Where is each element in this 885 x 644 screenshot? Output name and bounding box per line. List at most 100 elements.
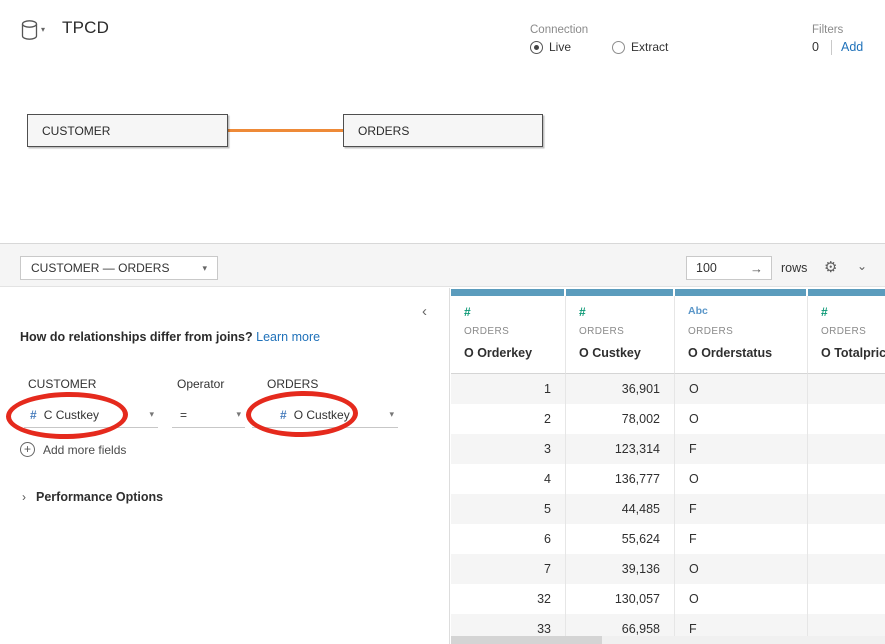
performance-options-label: Performance Options [36,490,163,504]
cell-totalprice: 58,7 [808,524,885,554]
horizontal-scrollbar-track[interactable] [451,636,885,644]
row-count-input[interactable] [687,261,739,275]
cell-orderkey: 5 [451,494,566,524]
tableau-datasource-window: ▾ TPCD Connection Live Extract Filters 0… [0,0,885,644]
grid-header-row: # ORDERS O Orderkey # ORDERS O Custkey A… [451,296,885,374]
canvas-table-customer-label: CUSTOMER [42,124,110,138]
cell-totalprice: 252,0 [808,554,885,584]
cell-orderkey: 4 [451,464,566,494]
relationship-editor-panel: ‹ How do relationships differ from joins… [0,288,450,644]
cell-orderkey: 3 [451,434,566,464]
relationship-connector-line[interactable] [228,129,343,132]
learn-more-link[interactable]: Learn more [256,330,320,344]
column-header-orderkey[interactable]: # ORDERS O Orderkey [451,296,566,374]
filters-count: 0 [812,40,819,54]
cell-orderstatus: O [675,464,808,494]
radio-live-label: Live [549,40,571,54]
database-menu-caret-icon[interactable]: ▾ [41,25,45,34]
cell-totalprice: 173,6 [808,374,885,404]
add-more-fields-button[interactable]: + Add more fields [20,442,126,457]
column-field-name: O Totalprice [821,346,885,360]
number-type-icon: # [579,305,674,323]
number-field-icon: # [30,408,37,422]
gear-icon[interactable]: ⚙ [824,258,837,276]
filters-label: Filters [812,24,843,36]
number-field-icon: # [280,408,287,422]
cell-custkey: 78,002 [566,404,675,434]
right-field-value: O Custkey [294,408,350,422]
caret-down-icon: ▾ [236,409,245,420]
operator-label: Operator [177,377,224,391]
number-type-icon: # [464,305,565,323]
radio-extract-label: Extract [631,40,668,54]
apply-row-count-arrow-icon[interactable]: → [750,261,771,276]
plus-circle-icon: + [20,442,35,457]
cell-orderstatus: F [675,524,808,554]
cell-custkey: 36,901 [566,374,675,404]
table-row: 6 55,624 F 58,7 [451,524,885,554]
connection-label: Connection [530,24,588,36]
cell-orderstatus: F [675,434,808,464]
number-type-icon: # [821,305,885,323]
collapse-panel-icon[interactable]: ‹ [422,303,427,320]
add-more-fields-label: Add more fields [43,443,126,457]
column-strip [451,289,564,296]
cell-orderstatus: O [675,404,808,434]
cell-orderstatus: O [675,374,808,404]
column-field-name: O Orderkey [464,346,565,360]
cell-orderkey: 2 [451,404,566,434]
radio-live[interactable]: Live [530,40,571,54]
column-highlight-strips [451,289,885,296]
datagrid-toolbar: CUSTOMER — ORDERS ▾ → rows ⚙ ⌄ [0,243,885,287]
cell-orderstatus: F [675,494,808,524]
filters-add-link[interactable]: Add [841,40,863,54]
cell-custkey: 130,057 [566,584,675,614]
cell-orderstatus: O [675,584,808,614]
column-header-totalprice[interactable]: # ORDERS O Totalprice [808,296,885,374]
table-row: 32 130,057 O 208,6 [451,584,885,614]
table-row: 4 136,777 O 32, [451,464,885,494]
canvas-table-orders[interactable]: ORDERS [343,114,543,147]
cell-totalprice: 32, [808,464,885,494]
radio-extract[interactable]: Extract [612,40,668,54]
cell-custkey: 123,314 [566,434,675,464]
column-table-name: ORDERS [579,326,674,337]
right-field-dropdown[interactable]: # O Custkey ▾ [252,402,398,428]
cell-custkey: 136,777 [566,464,675,494]
cell-orderkey: 6 [451,524,566,554]
cell-totalprice: 193,8 [808,434,885,464]
radio-live-icon[interactable] [530,41,543,54]
chevron-right-icon: › [22,490,26,504]
column-field-name: O Orderstatus [688,346,807,360]
cell-orderkey: 1 [451,374,566,404]
database-icon[interactable] [21,20,38,45]
cell-totalprice: 46,9 [808,404,885,434]
column-field-name: O Custkey [579,346,674,360]
caret-down-icon: ▾ [149,409,158,420]
radio-extract-icon[interactable] [612,41,625,54]
column-strip [675,289,806,296]
canvas-table-customer[interactable]: CUSTOMER [27,114,228,147]
column-header-custkey[interactable]: # ORDERS O Custkey [566,296,675,374]
question-text: How do relationships differ from joins? [20,330,253,344]
performance-options-toggle[interactable]: › Performance Options [22,490,163,504]
horizontal-scrollbar-thumb[interactable] [451,636,602,644]
table-row: 7 39,136 O 252,0 [451,554,885,584]
relationship-selector-dropdown[interactable]: CUSTOMER — ORDERS ▾ [20,256,218,280]
table-row: 5 44,485 F 144,6 [451,494,885,524]
column-header-orderstatus[interactable]: Abc ORDERS O Orderstatus [675,296,808,374]
left-field-dropdown[interactable]: # C Custkey ▾ [24,402,158,428]
cell-orderstatus: O [675,554,808,584]
column-table-name: ORDERS [688,326,807,337]
cell-custkey: 55,624 [566,524,675,554]
cell-totalprice: 208,6 [808,584,885,614]
rows-label: rows [781,261,807,275]
datasource-title: TPCD [62,18,109,38]
operator-dropdown[interactable]: = ▾ [172,402,245,428]
column-strip [566,289,673,296]
table-row: 2 78,002 O 46,9 [451,404,885,434]
caret-down-icon: ▾ [389,409,398,420]
cell-totalprice: 144,6 [808,494,885,524]
chevron-down-icon[interactable]: ⌄ [857,259,867,273]
canvas-table-orders-label: ORDERS [358,124,409,138]
